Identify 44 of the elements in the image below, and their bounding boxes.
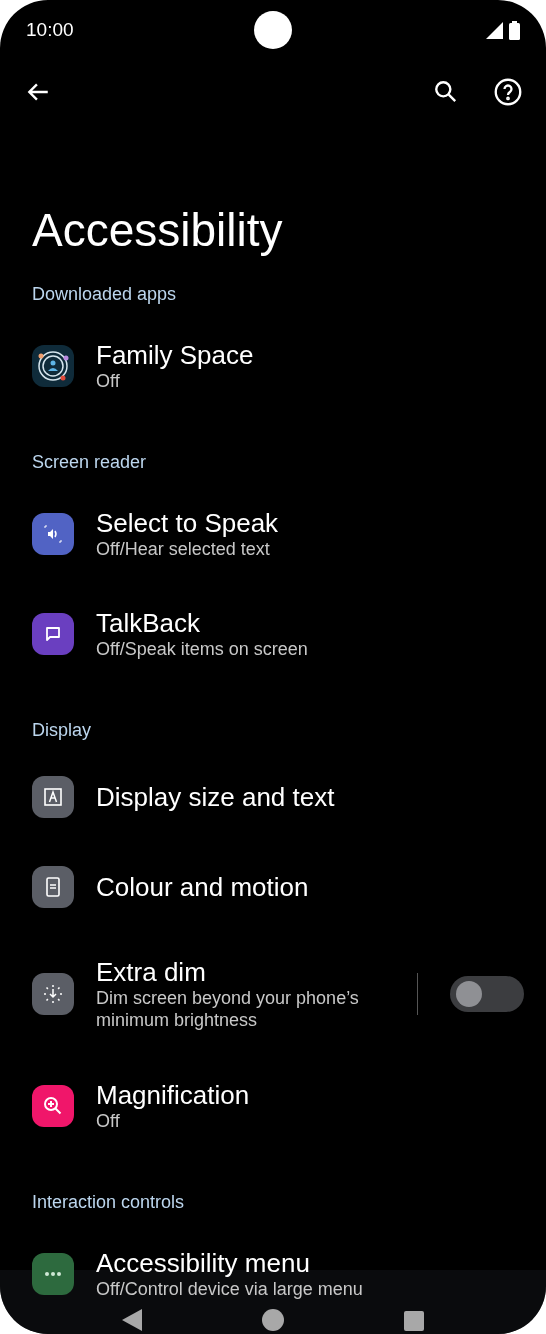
camera-cutout [254, 11, 292, 49]
battery-icon [509, 20, 520, 40]
setting-item[interactable]: Colour and motion [0, 842, 546, 932]
setting-title: Select to Speak [96, 508, 280, 538]
setting-title: Magnification [96, 1080, 251, 1110]
setting-title: Family Space [96, 340, 255, 370]
setting-item[interactable]: Accessibility menu Off/Control device via large menu [0, 1224, 546, 1324]
home-nav-icon[interactable] [262, 1309, 284, 1331]
setting-title: Display size and text [96, 782, 336, 812]
setting-summary: Off/Speak items on screen [96, 638, 308, 660]
signal-icon [486, 21, 503, 39]
section-header: Display [32, 719, 93, 742]
zoom-in-icon [32, 1085, 74, 1127]
setting-summary: Off [96, 1110, 120, 1132]
setting-title: Accessibility menu [96, 1248, 311, 1278]
speaker-icon [32, 513, 74, 555]
help-button[interactable] [492, 76, 524, 108]
setting-title: Extra dim [96, 957, 207, 987]
setting-item[interactable]: Magnification Off [0, 1056, 546, 1156]
setting-summary: Off/Control device via large menu [96, 1278, 363, 1300]
setting-item[interactable]: Display size and text [0, 752, 546, 842]
family-icon [32, 345, 74, 387]
page-title: Accessibility [32, 203, 284, 258]
help-icon [494, 78, 522, 106]
dim-icon [32, 973, 74, 1015]
toggle-switch[interactable] [450, 976, 524, 1012]
phone-icon [32, 866, 74, 908]
section-header: Screen reader [32, 451, 148, 474]
setting-item[interactable]: TalkBack Off/Speak items on screen [0, 584, 546, 684]
setting-item[interactable]: Family Space Off [0, 316, 546, 416]
text-size-icon [32, 776, 74, 818]
chat-bubble-icon [32, 613, 74, 655]
more-icon [32, 1253, 74, 1295]
section-header: Interaction controls [32, 1191, 186, 1214]
clock: 10:00 [26, 17, 74, 42]
setting-item[interactable]: Select to Speak Off/Hear selected text [0, 484, 546, 584]
search-icon [433, 79, 459, 105]
setting-summary: Dim screen beyond your phone’s minimum brightness [96, 987, 360, 1031]
section-header: Downloaded apps [32, 283, 178, 306]
back-nav-icon[interactable] [122, 1309, 142, 1331]
setting-title: Colour and motion [96, 872, 310, 902]
setting-summary: Off [96, 370, 120, 392]
setting-summary: Off/Hear selected text [96, 538, 270, 560]
setting-title: TalkBack [96, 608, 202, 638]
